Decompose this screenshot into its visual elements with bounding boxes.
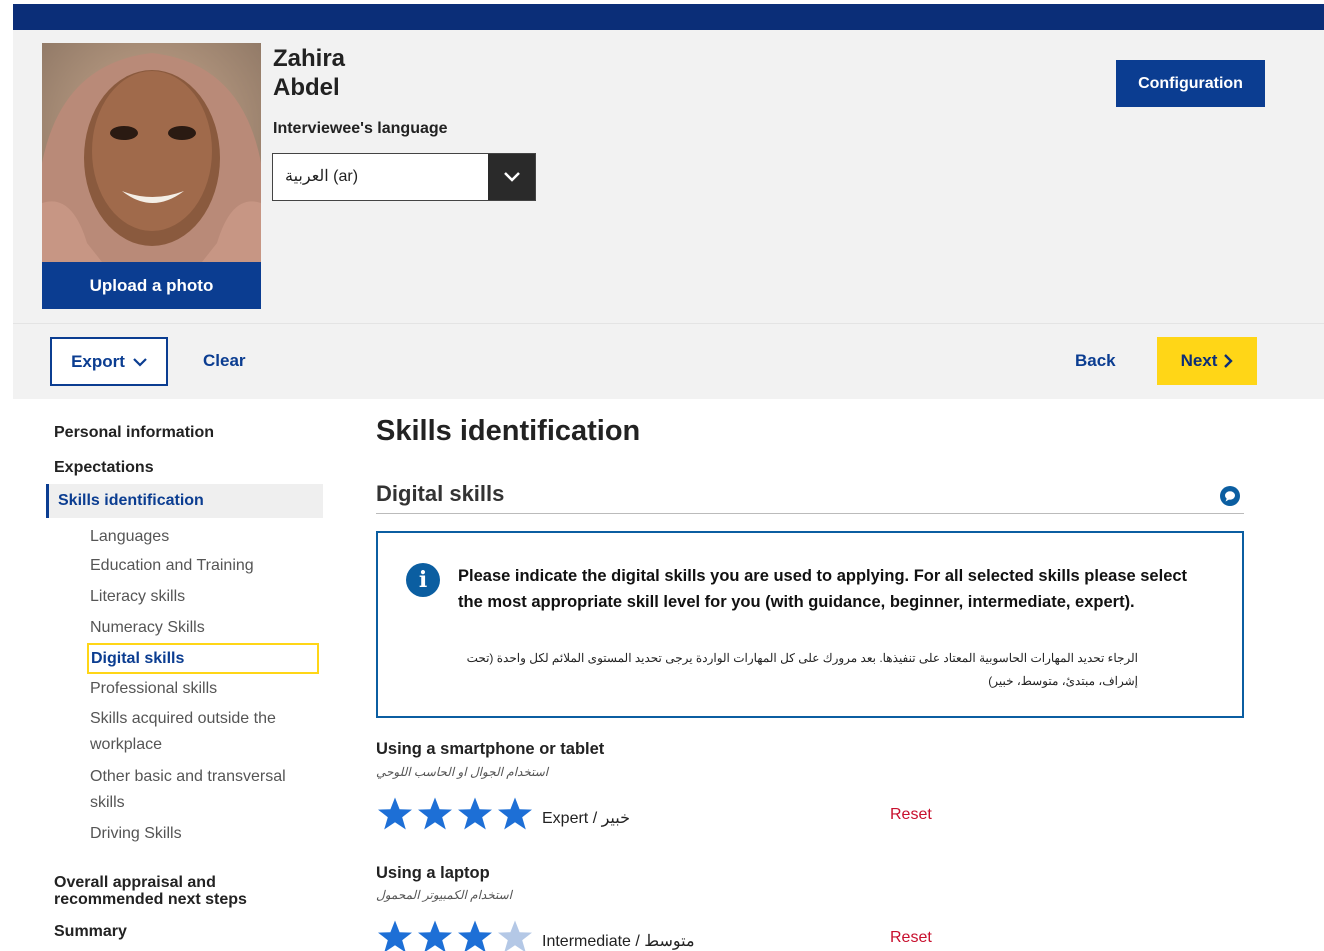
back-button[interactable]: Back (1075, 351, 1116, 371)
next-label: Next (1180, 351, 1218, 370)
info-text-english: Please indicate the digital skills you a… (458, 567, 1188, 611)
sidebar-overall-line2: recommended next steps (54, 891, 247, 908)
skill-level-label: Expert / خبير (542, 810, 630, 827)
reset-button[interactable]: Reset (890, 806, 932, 824)
chevron-down-icon[interactable] (488, 154, 535, 200)
export-button[interactable]: Export (50, 337, 168, 386)
sidebar-subitem-literacy[interactable]: Literacy skills (90, 584, 185, 610)
star-rating[interactable] (376, 919, 534, 951)
portrait-image (42, 43, 261, 262)
upload-photo-button[interactable]: Upload a photo (42, 262, 261, 309)
sidebar-subitem-driving[interactable]: Driving Skills (90, 821, 182, 847)
language-value: العربية (ar) (285, 168, 359, 185)
sidebar-subitem-numeracy[interactable]: Numeracy Skills (90, 615, 205, 641)
sidebar-item-overall-appraisal[interactable]: Overall appraisal and recommended next s… (54, 874, 247, 908)
language-select[interactable]: العربية (ar) (272, 153, 536, 201)
comment-icon[interactable] (1219, 485, 1241, 507)
sidebar-subitem-other-line2: skills (90, 794, 125, 811)
configuration-button[interactable]: Configuration (1116, 60, 1265, 107)
star-filled-icon[interactable] (416, 919, 454, 951)
sidebar-subitem-outside-line1: Skills acquired outside the (90, 710, 276, 727)
upload-photo-label: Upload a photo (89, 275, 214, 295)
profile-photo (42, 43, 261, 262)
top-brand-bar (13, 4, 1324, 30)
first-name: Zahira (273, 45, 346, 72)
skill-title-arabic: استخدام الجوال او الحاسب اللوحي (376, 765, 549, 779)
language-label: Interviewee's language (273, 120, 448, 137)
sidebar-subitem-outside-workplace[interactable]: Skills acquired outside the workplace (90, 706, 276, 758)
info-box: i Please indicate the digital skills you… (376, 531, 1244, 718)
export-label: Export (71, 351, 125, 371)
next-button[interactable]: Next (1157, 337, 1257, 385)
page-title: Skills identification (376, 415, 641, 447)
info-text-arabic: الرجاء تحديد المهارات الحاسوبية المعتاد … (466, 651, 1138, 688)
star-rating[interactable] (376, 796, 534, 832)
star-filled-icon[interactable] (496, 796, 534, 832)
skill-title-arabic: استخدام الكمبيوتر المحمول (376, 888, 512, 902)
sidebar-item-summary[interactable]: Summary (54, 923, 127, 941)
sidebar-subitem-other-line1: Other basic and transversal (90, 768, 286, 785)
sidebar-item-expectations[interactable]: Expectations (54, 459, 154, 477)
configuration-label: Configuration (1138, 74, 1243, 92)
info-icon: i (406, 563, 440, 597)
star-empty-icon[interactable] (496, 919, 534, 951)
star-filled-icon[interactable] (416, 796, 454, 832)
sidebar-subitem-languages[interactable]: Languages (90, 524, 169, 550)
chevron-down-icon (133, 357, 147, 367)
clear-button[interactable]: Clear (203, 351, 246, 371)
chevron-right-icon (1224, 354, 1234, 368)
last-name: Abdel (273, 74, 340, 101)
star-filled-icon[interactable] (456, 796, 494, 832)
star-filled-icon[interactable] (376, 796, 414, 832)
star-filled-icon[interactable] (376, 919, 414, 951)
sidebar-subitem-digital[interactable]: Digital skills (87, 643, 319, 674)
person-name: Zahira Abdel (273, 44, 345, 102)
skill-title: Using a smartphone or tablet (376, 740, 605, 758)
section-title: Digital skills (376, 481, 505, 506)
sidebar-item-skills-identification[interactable]: Skills identification (46, 484, 323, 518)
sidebar-overall-line1: Overall appraisal and (54, 874, 216, 891)
sidebar-subitem-other-transversal[interactable]: Other basic and transversal skills (90, 764, 286, 816)
skill-title: Using a laptop (376, 864, 490, 882)
sidebar-subitem-professional[interactable]: Professional skills (90, 676, 217, 702)
reset-button[interactable]: Reset (890, 929, 932, 947)
sidebar-subitem-outside-line2: workplace (90, 736, 163, 753)
sidebar-item-personal-information[interactable]: Personal information (54, 424, 214, 442)
skill-level-label: Intermediate / متوسط (542, 933, 695, 950)
sidebar-subitem-education[interactable]: Education and Training (90, 553, 254, 579)
section-divider (376, 513, 1244, 514)
star-filled-icon[interactable] (456, 919, 494, 951)
